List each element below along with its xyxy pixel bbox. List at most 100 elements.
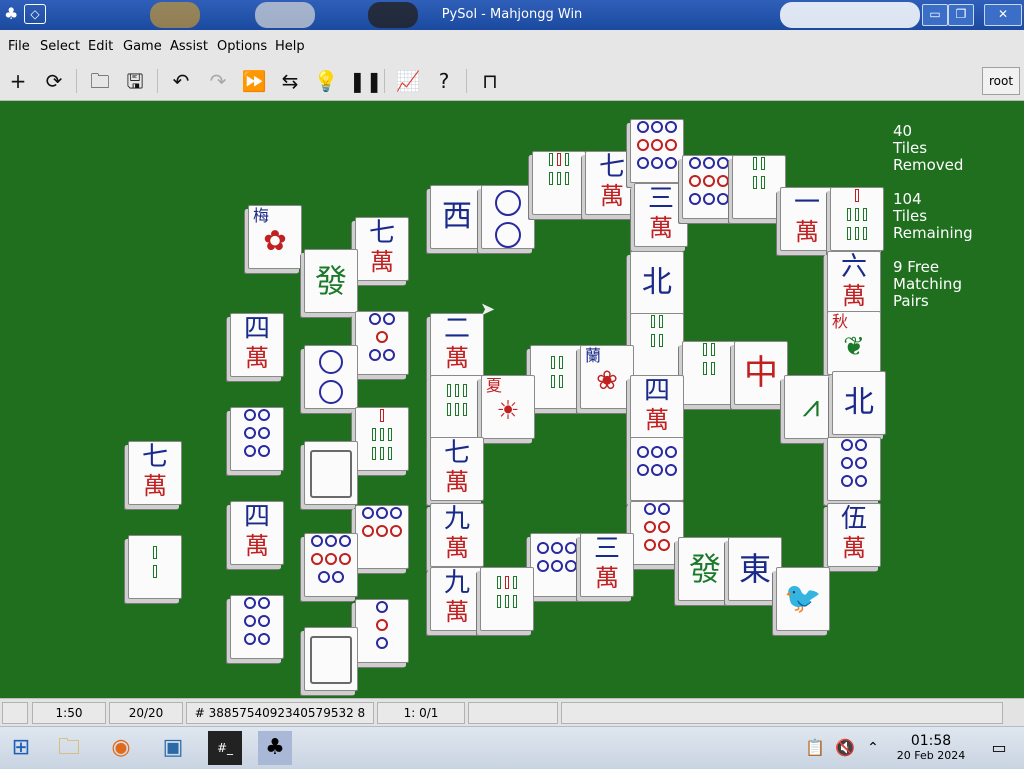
- mahjong-tile[interactable]: [304, 441, 358, 505]
- mahjong-tile[interactable]: [355, 407, 409, 471]
- mahjong-tile[interactable]: 四 萬: [230, 313, 284, 377]
- status-cell-empty: [468, 702, 558, 724]
- maximize-button[interactable]: ❐: [948, 4, 974, 26]
- minimize-button[interactable]: ▭: [922, 4, 948, 26]
- mahjong-tile[interactable]: ⩘: [784, 375, 838, 439]
- tile-symbol: 三: [647, 184, 674, 214]
- mahjong-tile[interactable]: 九 萬: [430, 567, 484, 631]
- mahjong-tile[interactable]: [304, 533, 358, 597]
- quit-door-icon[interactable]: ⊓: [477, 68, 503, 94]
- mahjong-tile[interactable]: 四 萬: [630, 375, 684, 439]
- mahjong-tile[interactable]: 三 萬: [634, 183, 688, 247]
- system-clock[interactable]: 01:58 20 Feb 2024: [893, 733, 969, 762]
- mahjong-tile[interactable]: [481, 185, 535, 249]
- redo-icon[interactable]: ↷: [205, 68, 231, 94]
- mahjong-tile[interactable]: 九 萬: [430, 503, 484, 567]
- tile-symbol: 梅: [253, 206, 270, 225]
- hint-bulb-icon[interactable]: 💡: [313, 68, 339, 94]
- mahjong-tile[interactable]: [304, 627, 358, 691]
- mahjong-tile[interactable]: [630, 119, 684, 183]
- mahjong-tile[interactable]: [128, 535, 182, 599]
- mahjong-tile[interactable]: [630, 501, 684, 565]
- mahjong-tile[interactable]: 二 萬: [430, 313, 484, 377]
- menu-assist[interactable]: Assist: [170, 39, 208, 54]
- mahjong-tile[interactable]: 東: [728, 537, 782, 601]
- mahjong-tile[interactable]: [304, 345, 358, 409]
- mahjong-tile[interactable]: [830, 187, 884, 251]
- toolbar-separator: [384, 69, 385, 93]
- open-folder-icon[interactable]: 🗀: [87, 68, 113, 94]
- show-desktop-icon[interactable]: ▭: [982, 731, 1016, 765]
- mahjong-tile[interactable]: [827, 437, 881, 501]
- mahjong-tile[interactable]: 中: [734, 341, 788, 405]
- mahjong-tile[interactable]: [230, 595, 284, 659]
- menu-options[interactable]: Options: [217, 39, 267, 54]
- user-button[interactable]: root: [982, 67, 1020, 95]
- maple-leaf-icon: ❦: [843, 332, 865, 362]
- mahjong-tile[interactable]: [530, 345, 584, 409]
- toolbar-separator: [466, 69, 467, 93]
- mahjong-tile[interactable]: [682, 341, 736, 405]
- mahjong-tile[interactable]: 七 萬: [355, 217, 409, 281]
- mahjong-tile[interactable]: 四 萬: [230, 501, 284, 565]
- mahjong-tile[interactable]: 一 萬: [780, 187, 834, 251]
- tile-symbol: 萬: [795, 218, 819, 246]
- tile-symbol: 北: [642, 265, 672, 300]
- terminal-icon[interactable]: #_: [208, 731, 242, 765]
- pysol-club-icon[interactable]: ♣: [258, 731, 292, 765]
- control-panel-icon[interactable]: ▣: [156, 731, 190, 765]
- restart-icon[interactable]: ⟳: [41, 68, 67, 94]
- mahjong-tile[interactable]: 七 萬: [430, 437, 484, 501]
- mahjong-tile[interactable]: 🐦: [776, 567, 830, 631]
- mahjong-tile[interactable]: 梅 ✿: [248, 205, 302, 269]
- close-button[interactable]: ✕: [984, 4, 1022, 26]
- mahjong-tile[interactable]: [732, 155, 786, 219]
- mahjong-tile[interactable]: [532, 151, 586, 215]
- file-manager-icon[interactable]: 🗀: [52, 731, 86, 765]
- menu-help[interactable]: Help: [275, 39, 305, 54]
- autodrop-icon[interactable]: ⏩: [241, 68, 267, 94]
- mahjong-tile[interactable]: [682, 155, 736, 219]
- tile-symbol: 七: [443, 438, 470, 468]
- help-rules-icon[interactable]: ?: [431, 68, 457, 94]
- shuffle-icon[interactable]: ⇆: [277, 68, 303, 94]
- mahjong-tile[interactable]: 伍 萬: [827, 503, 881, 567]
- new-game-icon[interactable]: +: [5, 68, 31, 94]
- mahjong-tile[interactable]: [355, 599, 409, 663]
- tile-symbol: 萬: [445, 534, 469, 562]
- menu-file[interactable]: File: [8, 39, 30, 54]
- menu-edit[interactable]: Edit: [88, 39, 113, 54]
- mahjong-tile[interactable]: 三 萬: [580, 533, 634, 597]
- mahjong-tile[interactable]: [355, 505, 409, 569]
- chevron-up-icon[interactable]: ⌃: [856, 731, 890, 765]
- menu-game[interactable]: Game: [123, 39, 162, 54]
- menu-select[interactable]: Select: [40, 39, 80, 54]
- mahjong-tile[interactable]: [480, 567, 534, 631]
- statistics-chart-icon[interactable]: 📈: [395, 68, 421, 94]
- firefox-icon[interactable]: ◉: [104, 731, 138, 765]
- mahjong-tile[interactable]: [230, 407, 284, 471]
- undo-icon[interactable]: ↶: [168, 68, 194, 94]
- mahjong-tile[interactable]: 蘭 ❀: [580, 345, 634, 409]
- mahjong-tile[interactable]: 夏 ☀: [481, 375, 535, 439]
- mahjong-tile[interactable]: 北: [630, 251, 684, 315]
- tile-symbol: 發: [314, 262, 347, 300]
- mahjong-tile[interactable]: 秋 ❦: [827, 311, 881, 375]
- mahjong-tile[interactable]: 發: [304, 249, 358, 313]
- start-menu-icon[interactable]: ⊞: [4, 731, 38, 765]
- mahjong-tile[interactable]: 六 萬: [827, 251, 881, 315]
- mahjong-tile[interactable]: [630, 437, 684, 501]
- tile-symbol: 六: [840, 252, 867, 282]
- mahjong-tile[interactable]: [430, 375, 484, 439]
- mahjong-tile[interactable]: 發: [678, 537, 732, 601]
- mahjong-tile[interactable]: [530, 533, 584, 597]
- mahjong-tile[interactable]: [355, 311, 409, 375]
- mahjong-tile[interactable]: 七 萬: [128, 441, 182, 505]
- mahjong-tile[interactable]: 北: [832, 371, 886, 435]
- mahjong-tile[interactable]: [630, 313, 684, 377]
- mahjong-tile[interactable]: 西: [430, 185, 484, 249]
- tile-symbol: 蘭: [585, 346, 602, 365]
- pause-icon[interactable]: ❚❚: [349, 68, 383, 94]
- save-icon[interactable]: 🖫: [122, 68, 148, 94]
- clipboard-icon[interactable]: 📋: [798, 731, 832, 765]
